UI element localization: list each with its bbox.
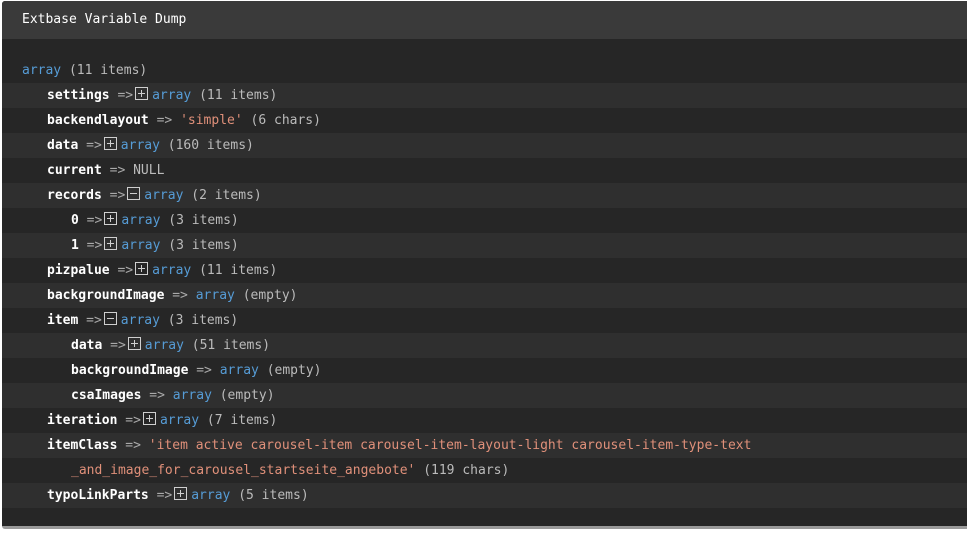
tree-row-continuation: _and_image_for_carousel_startseite_angeb… (2, 458, 967, 483)
expand-icon[interactable] (142, 412, 156, 425)
tree-row: pizpalue => array (11 items) (2, 258, 967, 283)
tree-row: records => array (2 items) (2, 183, 967, 208)
key-label: data (47, 138, 79, 153)
arrow: => (86, 213, 103, 228)
arrow: => (196, 363, 212, 378)
count-label: (11 items) (199, 263, 278, 278)
type-label: array (172, 388, 212, 403)
arrow: => (156, 488, 173, 503)
string-value: 'simple' (180, 113, 243, 128)
type-label: array (144, 188, 184, 203)
arrow: => (149, 388, 165, 403)
panel-title: Extbase Variable Dump (2, 1, 967, 39)
type-label: array (22, 63, 62, 78)
key-label: data (71, 338, 103, 353)
tree-root: array (11 items) (2, 58, 967, 83)
type-label: array (219, 363, 259, 378)
count-label: (empty) (219, 388, 275, 403)
expand-icon[interactable] (135, 262, 149, 275)
arrow: => (86, 238, 103, 253)
expand-icon[interactable] (174, 487, 188, 500)
tree-row: backendlayout => 'simple' (6 chars) (2, 108, 967, 133)
tree-row: backgroundImage => array (empty) (2, 283, 967, 308)
count-label: (empty) (266, 363, 322, 378)
key-label: backgroundImage (71, 363, 189, 378)
type-label: array (120, 138, 160, 153)
debug-panel: Extbase Variable Dump array (11 items) s… (2, 1, 967, 529)
key-label: pizpalue (47, 263, 110, 278)
length-label: (6 chars) (250, 113, 321, 128)
key-label: 1 (71, 238, 79, 253)
key-label: backgroundImage (47, 288, 165, 303)
arrow: => (172, 288, 188, 303)
key-label: 0 (71, 213, 79, 228)
count-label: (3 items) (168, 213, 239, 228)
type-label: array (191, 488, 231, 503)
key-label: item (47, 313, 79, 328)
string-value: 'item active carousel-item carousel-item… (148, 438, 752, 453)
expand-icon[interactable] (104, 237, 118, 250)
arrow: => (156, 113, 173, 128)
tree-row: itemClass => 'item active carousel-item … (2, 433, 967, 458)
key-label: current (47, 163, 102, 178)
count-label: (empty) (242, 288, 298, 303)
tree-row: item => array (3 items) (2, 308, 967, 333)
collapse-icon[interactable] (127, 187, 141, 200)
arrow: => (86, 138, 102, 153)
variable-tree: array (11 items) settings => array (11 it… (2, 58, 967, 526)
key-label: typoLinkParts (47, 488, 149, 503)
arrow: => (117, 88, 134, 103)
type-label: array (121, 213, 161, 228)
count-label: (3 items) (168, 238, 239, 253)
type-label: array (121, 238, 161, 253)
arrow: => (117, 263, 134, 278)
key-label: csaImages (71, 388, 142, 403)
string-value-continuation: _and_image_for_carousel_startseite_angeb… (71, 463, 416, 478)
count-label: (11 items) (68, 63, 148, 78)
tree-row: typoLinkParts => array (5 items) (2, 483, 967, 508)
tree-row: iteration => array (7 items) (2, 408, 967, 433)
tree-row: current => NULL (2, 158, 967, 183)
tree-row: settings => array (11 items) (2, 83, 967, 108)
arrow: => (110, 338, 126, 353)
tree-row: 1 => array (3 items) (2, 233, 967, 258)
count-label: (3 items) (167, 313, 239, 328)
count-label: (51 items) (191, 338, 271, 353)
type-label: array (159, 413, 200, 428)
arrow: => (109, 163, 126, 178)
type-label: array (152, 263, 192, 278)
type-label: array (152, 88, 192, 103)
tree-footer-row (2, 508, 967, 526)
type-label: array (144, 338, 184, 353)
tree-row: data => array (51 items) (2, 333, 967, 358)
expand-icon[interactable] (127, 337, 141, 350)
count-label: (5 items) (238, 488, 309, 503)
count-label: (160 items) (167, 138, 254, 153)
key-label: itemClass (47, 438, 118, 453)
null-value: NULL (133, 163, 165, 178)
length-label: (119 chars) (423, 463, 510, 478)
type-label: array (195, 288, 235, 303)
expand-icon[interactable] (135, 87, 149, 100)
expand-icon[interactable] (103, 137, 117, 150)
type-label: array (120, 313, 160, 328)
arrow: => (109, 188, 126, 203)
key-label: records (47, 188, 102, 203)
key-label: settings (47, 88, 110, 103)
key-label: iteration (47, 413, 118, 428)
key-label: backendlayout (47, 113, 149, 128)
tree-row: data => array (160 items) (2, 133, 967, 158)
collapse-icon[interactable] (103, 312, 117, 325)
arrow: => (86, 313, 102, 328)
arrow: => (125, 438, 141, 453)
count-label: (2 items) (191, 188, 262, 203)
expand-icon[interactable] (104, 212, 118, 225)
count-label: (11 items) (199, 88, 278, 103)
tree-row: csaImages => array (empty) (2, 383, 967, 408)
count-label: (7 items) (206, 413, 278, 428)
arrow: => (125, 413, 141, 428)
tree-row: 0 => array (3 items) (2, 208, 967, 233)
tree-row: backgroundImage => array (empty) (2, 358, 967, 383)
